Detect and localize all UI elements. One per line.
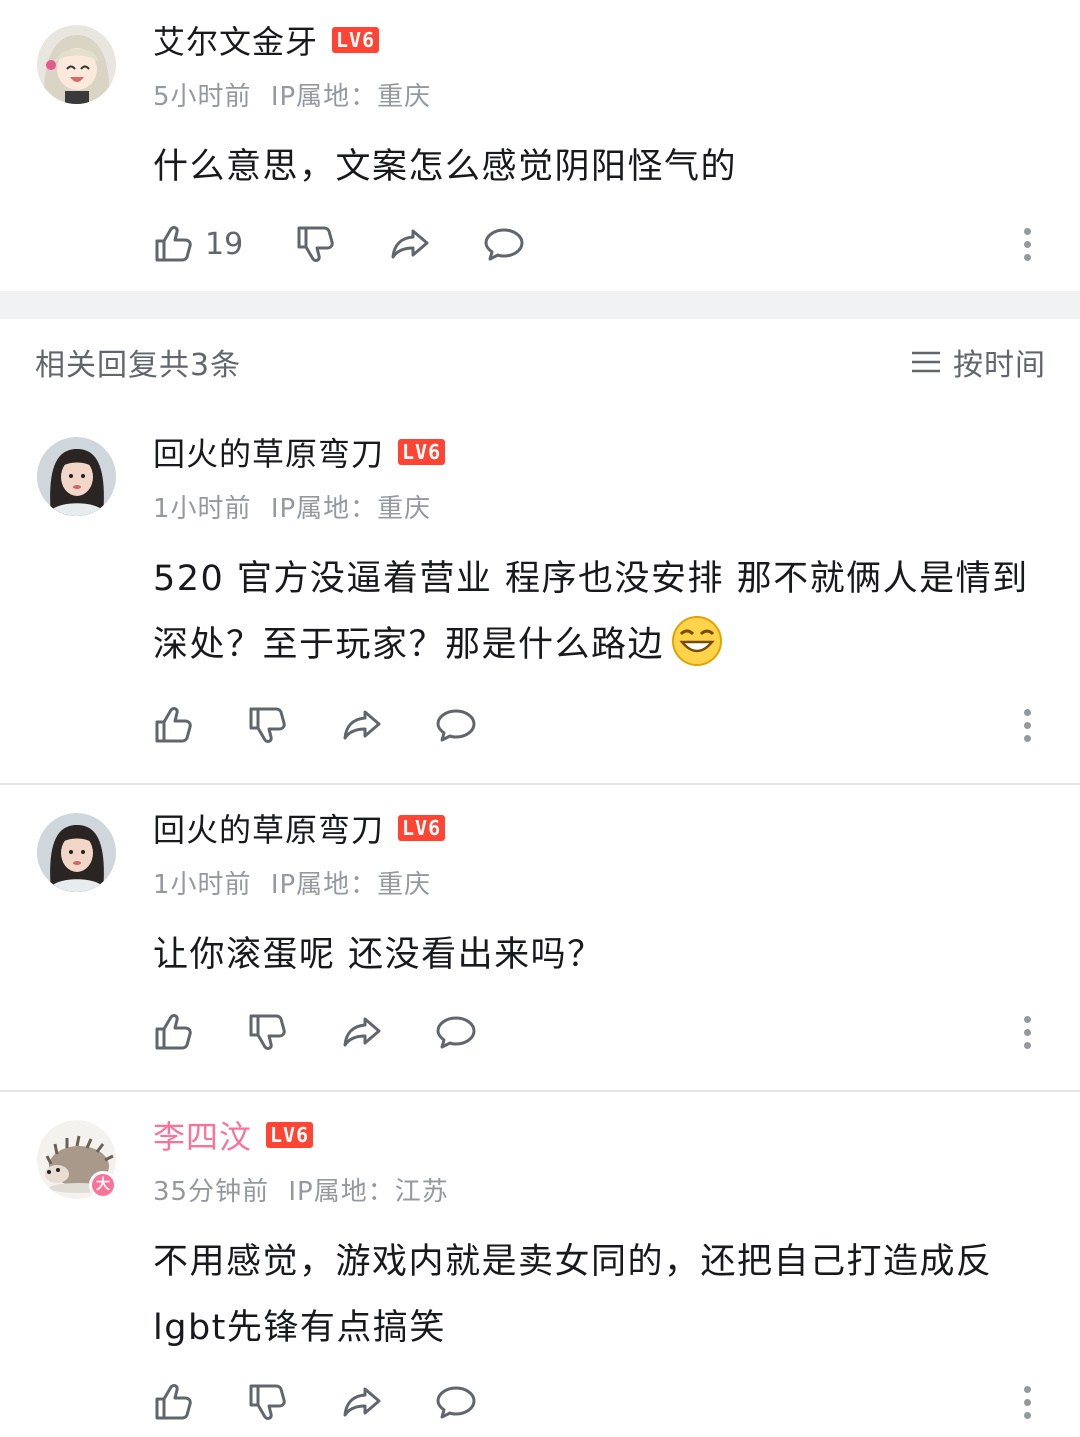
username-row: 回火的草原弯刀 LV6: [153, 429, 446, 475]
replies-title: 相关回复共3条: [35, 348, 242, 383]
reply-button[interactable]: [435, 1011, 477, 1053]
username[interactable]: 李四汶: [153, 1112, 252, 1158]
comment-ip: IP属地：重庆: [270, 870, 432, 900]
sort-label: 按时间: [953, 348, 1046, 383]
comment-meta: 1小时前 IP属地：重庆: [153, 864, 431, 901]
share-button[interactable]: [389, 223, 431, 265]
comment-text: 520 官方没逼着营业 程序也没安排 那不就俩人是情到深处？至于玩家？那是什么路…: [153, 546, 1043, 678]
comment-ip: IP属地：重庆: [270, 82, 432, 112]
comment-text: 让你滚蛋呢 还没看出来吗？: [153, 935, 604, 975]
like-button[interactable]: [153, 704, 195, 746]
menu-lines-icon: [912, 351, 940, 373]
section-separator: [0, 291, 1080, 319]
avatar[interactable]: [37, 437, 116, 516]
share-icon: [343, 1017, 381, 1047]
dislike-button[interactable]: [247, 704, 289, 746]
more-vertical-icon[interactable]: [1016, 703, 1038, 747]
comment-time: 35分钟前: [153, 1177, 270, 1207]
reply-button[interactable]: [435, 1381, 477, 1423]
grinning-face-emoji: [672, 616, 723, 666]
level-badge: LV6: [266, 1122, 314, 1148]
username[interactable]: 艾尔文金牙: [153, 17, 318, 63]
avatar-image: [37, 437, 116, 516]
comment-bubble-icon: [436, 709, 476, 742]
thumbs-up-icon: [155, 1014, 192, 1050]
comment-meta: 1小时前 IP属地：重庆: [153, 488, 431, 525]
comment-meta: 35分钟前 IP属地：江苏: [153, 1171, 449, 1208]
comment-bubble-icon: [436, 1386, 476, 1419]
dislike-button[interactable]: [295, 223, 337, 265]
comment-time: 5小时前: [153, 82, 252, 112]
share-button[interactable]: [341, 1011, 383, 1053]
dislike-button[interactable]: [247, 1381, 289, 1423]
like-button[interactable]: 19: [153, 223, 243, 265]
more-vertical-icon[interactable]: [1016, 222, 1038, 266]
thumbs-up-icon: [155, 707, 192, 743]
username[interactable]: 回火的草原弯刀: [153, 429, 384, 475]
thumbs-up-icon: [155, 226, 192, 262]
action-bar: [153, 1380, 477, 1424]
sort-button[interactable]: 按时间: [909, 340, 1046, 384]
reply-divider: [0, 1090, 1080, 1092]
comment-text: 不用感觉，游戏内就是卖女同的，还把自己打造成反lgbt先锋有点搞笑: [153, 1242, 993, 1348]
thumbs-down-icon: [249, 1014, 286, 1050]
reply-divider: [0, 783, 1080, 785]
dislike-button[interactable]: [247, 1011, 289, 1053]
thumbs-down-icon: [297, 226, 334, 262]
thumbs-down-icon: [249, 1384, 286, 1420]
username-row: 回火的草原弯刀 LV6: [153, 805, 446, 851]
more-vertical-icon[interactable]: [1016, 1010, 1038, 1054]
avatar-image: [37, 813, 116, 892]
vip-badge: 大: [89, 1171, 117, 1199]
comment-time: 1小时前: [153, 494, 252, 524]
level-badge: LV6: [398, 815, 446, 841]
comment-bubble-icon: [436, 1016, 476, 1049]
username-row: 李四汶 LV6: [153, 1112, 314, 1158]
username[interactable]: 回火的草原弯刀: [153, 805, 384, 851]
avatar[interactable]: [37, 813, 116, 892]
reply-button[interactable]: [483, 223, 525, 265]
more-vertical-icon[interactable]: [1016, 1380, 1038, 1424]
thumbs-down-icon: [249, 707, 286, 743]
comment-time: 1小时前: [153, 870, 252, 900]
share-button[interactable]: [341, 704, 383, 746]
level-badge: LV6: [332, 27, 380, 53]
comment-ip: IP属地：重庆: [270, 494, 432, 524]
comment-text-content: 520 官方没逼着营业 程序也没安排 那不就俩人是情到深处？至于玩家？那是什么路…: [153, 559, 1029, 665]
avatar[interactable]: [37, 25, 116, 104]
comment-meta: 5小时前 IP属地：重庆: [153, 76, 431, 113]
reply-button[interactable]: [435, 704, 477, 746]
comment-ip: IP属地：江苏: [288, 1177, 449, 1207]
like-button[interactable]: [153, 1011, 195, 1053]
avatar-image: [37, 25, 116, 104]
share-button[interactable]: [341, 1381, 383, 1423]
comment-bubble-icon: [484, 228, 524, 261]
share-icon: [391, 229, 429, 259]
level-badge: LV6: [398, 439, 446, 465]
action-bar: [153, 703, 477, 747]
share-icon: [343, 710, 381, 740]
action-bar: [153, 1010, 477, 1054]
action-bar: 19: [153, 222, 525, 266]
thumbs-up-icon: [155, 1384, 192, 1420]
share-icon: [343, 1387, 381, 1417]
username-row: 艾尔文金牙 LV6: [153, 17, 380, 63]
comment-text: 什么意思，文案怎么感觉阴阳怪气的: [153, 147, 738, 187]
like-count: 19: [205, 226, 244, 262]
like-button[interactable]: [153, 1381, 195, 1423]
